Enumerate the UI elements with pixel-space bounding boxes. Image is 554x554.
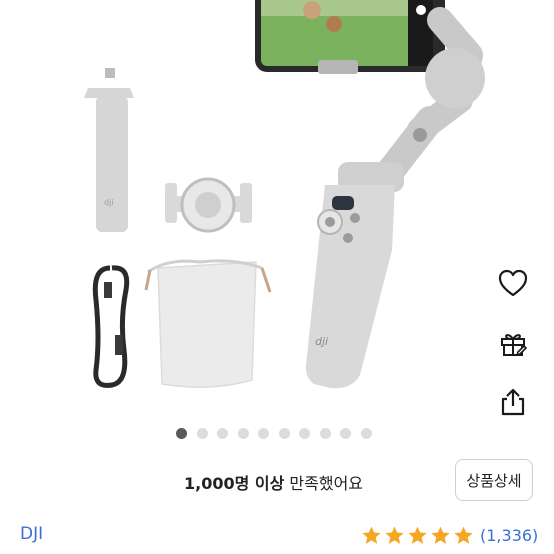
pagination-dot[interactable]: [360, 428, 372, 439]
svg-text:dji: dji: [104, 198, 114, 207]
rating-count[interactable]: (1,336): [480, 526, 538, 545]
smartphone: [255, 0, 445, 74]
gift-icon: [501, 334, 528, 357]
star-icon: [454, 526, 473, 544]
heart-icon: [498, 269, 528, 297]
pagination-dot[interactable]: [258, 428, 269, 439]
pagination-dot[interactable]: [340, 428, 351, 439]
pagination-dot[interactable]: [196, 428, 208, 439]
svg-text:dji: dji: [315, 335, 328, 348]
star-icon: [431, 526, 450, 544]
star-icon: [362, 526, 381, 544]
gift-button[interactable]: [492, 322, 534, 364]
product-image: dji dji: [0, 0, 554, 420]
pagination-dot[interactable]: [319, 428, 331, 439]
pagination-dot[interactable]: [217, 428, 228, 439]
star-icon: [408, 526, 427, 544]
wishlist-button[interactable]: [492, 262, 534, 304]
share-icon: [501, 388, 525, 416]
storage-pouch: [144, 259, 272, 388]
share-button[interactable]: [492, 381, 534, 423]
pagination-dot[interactable]: [278, 428, 290, 439]
product-detail-button[interactable]: 상품상세: [455, 459, 533, 501]
brand-link[interactable]: DJI: [20, 524, 43, 544]
rating[interactable]: (1,336): [361, 522, 538, 548]
star-icon: [385, 526, 404, 544]
satisfaction-label: 만족했어요: [284, 474, 364, 493]
pagination-dot[interactable]: [237, 428, 249, 439]
pagination-dot[interactable]: [176, 428, 187, 439]
satisfaction-count: 1,000명 이상: [184, 474, 285, 493]
rating-stars: [361, 525, 474, 546]
pagination-dot[interactable]: [299, 428, 310, 439]
satisfaction-text: 1,000명 이상 만족했어요: [184, 470, 363, 494]
